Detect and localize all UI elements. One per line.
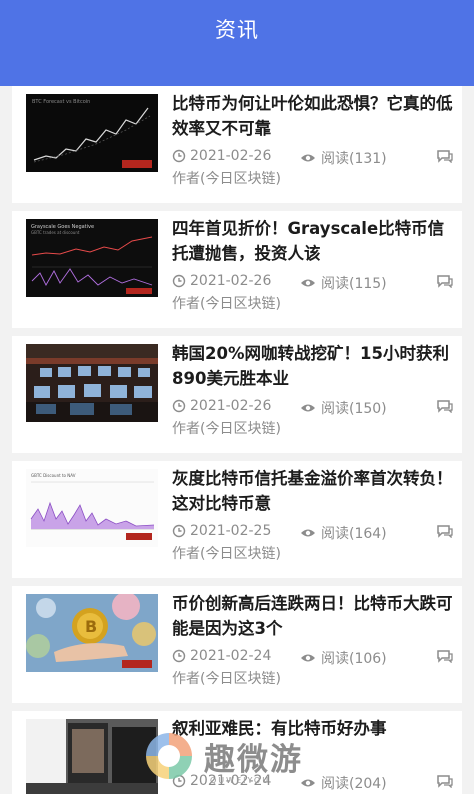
clock-icon — [172, 149, 186, 163]
article-thumbnail[interactable]: Grayscale Goes Negative GBTC trades at d… — [26, 219, 158, 297]
article-views: 阅读(164) — [300, 523, 387, 543]
article-title[interactable]: 灰度比特币信托基金溢价率首次转负！这对比特币意 — [172, 466, 454, 518]
article-author: 作者(今日区块链) — [172, 421, 281, 437]
comment-icon[interactable] — [436, 774, 454, 792]
article-meta: 2021-02-24 阅读(106) — [172, 648, 454, 668]
eye-icon — [301, 154, 315, 162]
clock-icon — [172, 524, 186, 538]
article-date: 2021-02-26 — [172, 398, 271, 414]
article-card[interactable]: B 币价创新高后连跌两日！比特币大跌可能是因为这3个 2021-02-24 阅读… — [12, 586, 462, 703]
article-title[interactable]: 四年首见折价！Grayscale比特币信托遭抛售，投资人该 — [172, 216, 454, 268]
watermark-icon — [146, 733, 192, 779]
article-date: 2021-02-25 — [172, 523, 271, 539]
svg-text:BTC Forecast vs Bitcoin: BTC Forecast vs Bitcoin — [32, 99, 90, 105]
article-card[interactable]: GBTC Discount to NAV 灰度比特币信托基金溢价率首次转负！这对… — [12, 461, 462, 578]
article-meta: 2021-02-26 阅读(150) — [172, 398, 454, 418]
article-meta: 2021-02-26 阅读(115) — [172, 273, 454, 293]
article-thumbnail[interactable]: BTC Forecast vs Bitcoin — [26, 94, 158, 172]
svg-text:GBTC trades at discount: GBTC trades at discount — [31, 230, 80, 235]
article-views: 阅读(150) — [300, 398, 387, 418]
article-views: 阅读(115) — [300, 273, 387, 293]
comment-icon[interactable] — [436, 649, 454, 667]
comment-icon[interactable] — [436, 399, 454, 417]
article-date: 2021-02-26 — [172, 273, 271, 289]
eye-icon — [301, 654, 315, 662]
article-date: 2021-02-24 — [172, 648, 271, 664]
article-thumbnail[interactable] — [26, 719, 158, 794]
article-thumbnail[interactable]: B — [26, 594, 158, 672]
comment-icon[interactable] — [436, 524, 454, 542]
article-views: 阅读(106) — [300, 648, 387, 668]
article-author: 作者(今日区块链) — [172, 171, 281, 187]
article-views: 阅读(131) — [300, 148, 387, 168]
watermark-subtext: QUWEIYOU — [210, 776, 271, 785]
clock-icon — [172, 399, 186, 413]
eye-icon — [301, 279, 315, 287]
article-title[interactable]: 韩国20%网咖转战挖矿！15小时获利890美元胜本业 — [172, 341, 454, 393]
article-meta: 2021-02-25 阅读(164) — [172, 523, 454, 543]
clock-icon — [172, 274, 186, 288]
comment-icon[interactable] — [436, 149, 454, 167]
article-thumbnail[interactable]: GBTC Discount to NAV — [26, 469, 158, 547]
article-title[interactable]: 比特币为何让叶伦如此恐惧？它真的低效率又不可靠 — [172, 91, 454, 143]
article-author: 作者(今日区块链) — [172, 296, 281, 312]
article-card[interactable]: Grayscale Goes Negative GBTC trades at d… — [12, 211, 462, 328]
article-date: 2021-02-26 — [172, 148, 271, 164]
app-header: 资讯 — [0, 0, 474, 86]
article-author: 作者(今日区块链) — [172, 546, 281, 562]
watermark-text: 趣微游 — [204, 741, 303, 778]
page-title: 资讯 — [215, 18, 259, 42]
article-meta: 2021-02-26 阅读(131) — [172, 148, 454, 168]
article-list[interactable]: BTC Forecast vs Bitcoin 比特币为何让叶伦如此恐惧？它真的… — [0, 86, 474, 794]
article-title[interactable]: 币价创新高后连跌两日！比特币大跌可能是因为这3个 — [172, 591, 454, 643]
comment-icon[interactable] — [436, 274, 454, 292]
article-author: 作者(今日区块链) — [172, 671, 281, 687]
eye-icon — [301, 404, 315, 412]
eye-icon — [301, 529, 315, 537]
article-card[interactable]: BTC Forecast vs Bitcoin 比特币为何让叶伦如此恐惧？它真的… — [12, 86, 462, 203]
svg-text:B: B — [85, 617, 97, 636]
article-thumbnail[interactable] — [26, 344, 158, 422]
clock-icon — [172, 649, 186, 663]
svg-text:GBTC Discount to NAV: GBTC Discount to NAV — [31, 473, 76, 478]
article-card[interactable]: 韩国20%网咖转战挖矿！15小时获利890美元胜本业 2021-02-26 阅读… — [12, 336, 462, 453]
